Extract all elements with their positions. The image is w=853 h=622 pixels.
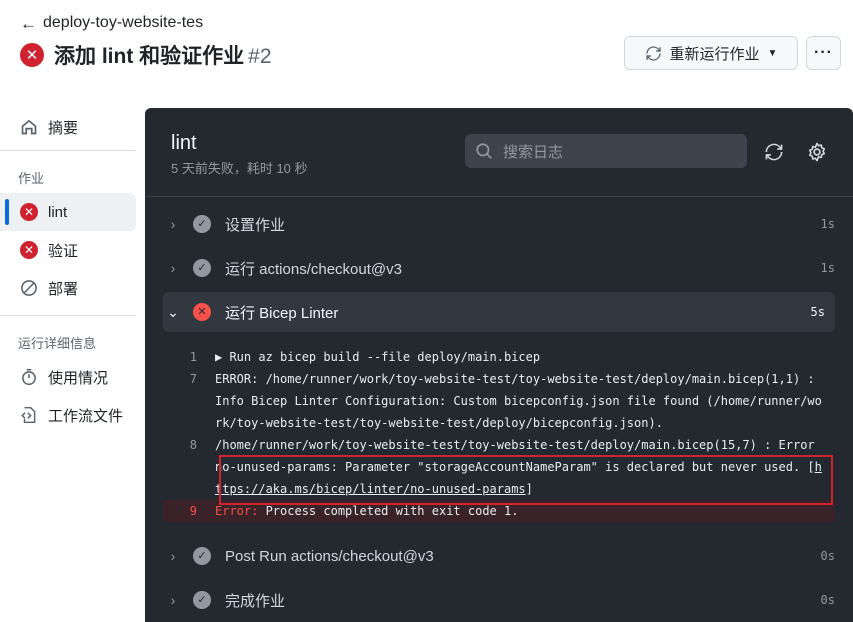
step-bicep-linter[interactable]: ⌄ ✕ 运行 Bicep Linter 5s: [163, 292, 835, 332]
log-line-text: ERROR: /home/runner/work/toy-website-tes…: [215, 372, 822, 430]
log-line-text: Error: Process completed with exit code …: [215, 500, 835, 522]
step-name: Post Run actions/checkout@v3: [225, 547, 434, 565]
step-log: 1 ▶ Run az bicep build --file deploy/mai…: [163, 346, 835, 522]
chevron-right-icon: ›: [170, 548, 176, 564]
skipped-icon: [21, 280, 37, 296]
divider: [145, 196, 853, 197]
sidebar-item-validate[interactable]: ✕ 验证: [0, 231, 136, 269]
step-post-checkout[interactable]: › ✓ Post Run actions/checkout@v3 0s: [163, 536, 835, 576]
step-setup-job[interactable]: › ✓ 设置作业 1s: [163, 204, 835, 244]
search-icon: [476, 143, 492, 159]
sync-icon: [645, 45, 661, 61]
job-meta: 5 天前失败，耗时 10 秒: [171, 161, 308, 176]
page-title: 添加 lint 和验证作业 #2: [54, 40, 272, 70]
sidebar-item-summary[interactable]: 摘要: [0, 108, 136, 146]
log-line-number: 1: [189, 350, 197, 364]
error-message: Process completed with exit code 1.: [258, 504, 519, 518]
more-options-button[interactable]: ···: [806, 36, 841, 70]
step-name: 完成作业: [225, 592, 286, 610]
divider: [0, 315, 136, 316]
error-keyword: Error:: [215, 504, 259, 518]
failure-x-icon: ✕: [20, 203, 38, 221]
step-duration: 0s: [820, 549, 835, 563]
search-placeholder: 搜索日志: [503, 143, 564, 161]
caret-down-icon: ▼: [767, 47, 778, 59]
failure-x-icon: ✕: [20, 241, 38, 259]
step-duration: 1s: [820, 261, 835, 275]
failure-x-icon: ✕: [20, 43, 44, 67]
sidebar-item-usage[interactable]: 使用情况: [0, 358, 136, 396]
step-name: 运行 actions/checkout@v3: [225, 260, 402, 278]
sidebar-item-label: lint: [48, 203, 68, 221]
jobs-heading: 作业: [18, 171, 45, 186]
rerun-jobs-button[interactable]: 重新运行作业 ▼: [624, 36, 798, 70]
log-line-text: ▶ Run az bicep build --file deploy/main.…: [215, 350, 541, 364]
log-line-number: 8: [189, 438, 197, 452]
chevron-right-icon: ›: [170, 260, 176, 276]
check-circle-icon: ✓: [193, 591, 211, 609]
job-log-panel: lint 5 天前失败，耗时 10 秒 搜索日志 › ✓ 设置作业 1s › ✓…: [145, 108, 853, 622]
failure-x-icon: ✕: [193, 303, 211, 321]
sidebar: 摘要 作业 ✕ lint ✕ 验证 部署 运行详细信息 使用情况 工作流文件: [0, 108, 136, 434]
stopwatch-icon: [22, 368, 36, 386]
back-link-label: deploy-toy-website-tes: [43, 14, 204, 31]
arrow-left-icon: ←: [20, 13, 37, 33]
page-title-row: ✕ 添加 lint 和验证作业 #2: [20, 40, 272, 70]
sidebar-item-label: 验证: [48, 242, 79, 260]
home-icon: [21, 119, 37, 135]
log-text-suffix: ]: [525, 482, 533, 496]
log-line: 7 ERROR: /home/runner/work/toy-website-t…: [163, 368, 835, 434]
sidebar-item-workflow-file[interactable]: 工作流文件: [0, 396, 136, 434]
log-text-prefix: /home/runner/work/toy-website-test/toy-w…: [215, 438, 822, 474]
log-line-number: 7: [189, 372, 197, 386]
chevron-down-icon: ⌄: [167, 303, 179, 320]
step-name: 设置作业: [225, 216, 286, 234]
log-line: 1 ▶ Run az bicep build --file deploy/mai…: [163, 346, 835, 368]
chevron-right-icon: ›: [170, 592, 176, 608]
chevron-right-icon: ›: [170, 216, 176, 232]
back-link[interactable]: ← deploy-toy-website-tes: [20, 14, 203, 32]
check-circle-icon: ✓: [193, 259, 211, 277]
file-code-icon: [21, 406, 36, 424]
sidebar-item-deploy[interactable]: 部署: [0, 269, 136, 307]
title-text: 添加 lint 和验证作业: [54, 45, 245, 68]
step-duration: 1s: [820, 217, 835, 231]
log-line-number: 9: [189, 504, 197, 518]
step-name: 运行 Bicep Linter: [225, 304, 339, 322]
kebab-icon: ···: [814, 44, 833, 61]
check-circle-icon: ✓: [193, 547, 211, 565]
run-number: #2: [248, 45, 272, 68]
step-duration: 0s: [820, 593, 835, 607]
rerun-label: 重新运行作业: [669, 45, 760, 63]
check-circle-icon: ✓: [193, 215, 211, 233]
run-details-heading: 运行详细信息: [18, 336, 97, 351]
log-line-error: 9 Error: Process completed with exit cod…: [163, 500, 835, 522]
step-checkout[interactable]: › ✓ 运行 actions/checkout@v3 1s: [163, 248, 835, 288]
divider: [0, 150, 136, 151]
job-title: lint: [171, 132, 197, 154]
sidebar-item-lint[interactable]: ✕ lint: [0, 193, 136, 231]
search-logs-input[interactable]: 搜索日志: [465, 134, 747, 168]
sidebar-item-label: 摘要: [48, 119, 79, 137]
step-complete-job[interactable]: › ✓ 完成作业 0s: [163, 580, 835, 620]
log-line-text: /home/runner/work/toy-website-test/toy-w…: [215, 434, 835, 500]
gear-icon[interactable]: [807, 142, 827, 162]
sidebar-item-label: 使用情况: [48, 369, 109, 387]
step-duration: 5s: [810, 305, 825, 319]
sidebar-item-label: 部署: [48, 280, 79, 298]
refresh-icon[interactable]: [764, 142, 784, 162]
log-line: 8 /home/runner/work/toy-website-test/toy…: [163, 434, 835, 500]
sidebar-item-label: 工作流文件: [48, 407, 124, 425]
